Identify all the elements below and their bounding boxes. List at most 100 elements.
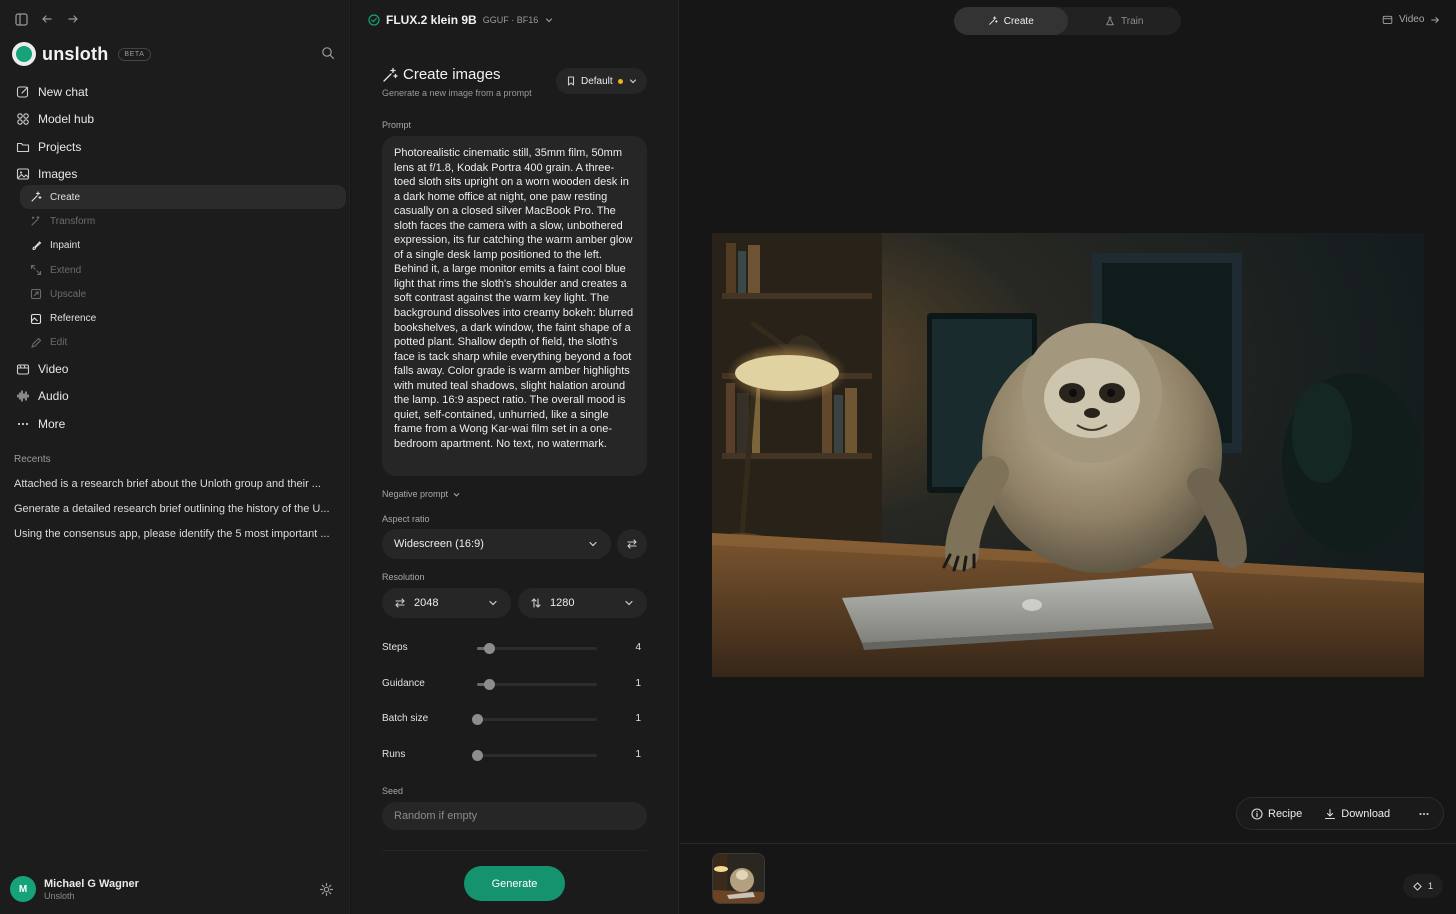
recent-chat[interactable]: Attached is a research brief about the U… — [14, 478, 336, 490]
subnav-inpaint[interactable]: Inpaint — [20, 234, 346, 258]
brand[interactable]: unsloth BETA — [12, 42, 151, 66]
counter-value: 1 — [1427, 881, 1433, 891]
sloth-logo-icon — [12, 42, 36, 66]
slider-label: Runs — [382, 749, 406, 760]
nav-label: Video — [38, 361, 69, 376]
subnav-label: Extend — [50, 264, 82, 276]
preset-selector[interactable]: Default — [556, 68, 647, 94]
nav-item-more[interactable]: More — [10, 410, 340, 438]
swap-orientation-button[interactable] — [617, 529, 647, 559]
flask-icon — [1106, 16, 1114, 26]
slider-track[interactable] — [472, 750, 597, 761]
model-selector[interactable]: FLUX.2 klein 9B GGUF · BF16 — [368, 13, 554, 27]
sidebar-toggle-icon[interactable] — [14, 12, 28, 26]
chevron-down-icon — [453, 492, 460, 497]
search-icon[interactable] — [321, 46, 335, 60]
tab-train[interactable]: Train — [1068, 7, 1182, 35]
more-options-button[interactable] — [1418, 808, 1430, 820]
subnav-extend[interactable]: Extend — [20, 258, 346, 282]
aspect-ratio-label: Aspect ratio — [382, 514, 430, 524]
recipe-button[interactable]: Recipe — [1251, 808, 1302, 820]
subnav-label: Create — [50, 191, 81, 203]
sparkle-icon — [988, 16, 998, 25]
subnav-create[interactable]: Create — [20, 185, 346, 210]
nav-item-model-hub[interactable]: Model hub — [10, 106, 340, 134]
nav-item-new-chat[interactable]: New chat — [10, 78, 340, 106]
sparkle-icon — [31, 191, 42, 202]
nav-item-projects[interactable]: Projects — [10, 133, 340, 161]
recent-chat[interactable]: Using the consensus app, please identify… — [14, 528, 336, 540]
slider-track[interactable] — [477, 679, 597, 690]
nav-label: Model hub — [38, 112, 95, 127]
upscale-icon — [30, 289, 42, 300]
slider-label: Batch size — [382, 713, 429, 724]
steps-slider[interactable]: Steps 4 — [382, 640, 647, 656]
tab-create[interactable]: Create — [954, 7, 1068, 35]
image-actions: Recipe Download — [1236, 797, 1444, 830]
nav-item-audio[interactable]: Audio — [10, 383, 340, 411]
video-link-label: Video — [1399, 14, 1425, 25]
slider-track[interactable] — [477, 643, 597, 654]
grid-icon — [17, 113, 29, 126]
subnav-label: Inpaint — [50, 240, 81, 252]
forward-arrow-icon[interactable] — [66, 12, 80, 26]
settings-gear-icon[interactable] — [319, 882, 334, 897]
image-thumbnail[interactable] — [712, 853, 765, 904]
guidance-slider[interactable]: Guidance 1 — [382, 676, 647, 692]
slider-handle[interactable] — [484, 679, 495, 690]
user-profile[interactable]: M Michael G Wagner Unsloth — [10, 876, 139, 902]
model-meta: GGUF · BF16 — [482, 15, 539, 25]
aspect-ratio-select[interactable]: Widescreen (16:9) — [382, 529, 611, 559]
avatar: M — [10, 876, 36, 902]
subnav-transform[interactable]: Transform — [20, 209, 346, 233]
subnav-reference[interactable]: Reference — [20, 306, 346, 330]
pencil-icon — [31, 337, 42, 348]
chevron-down-icon — [589, 541, 597, 547]
divider — [680, 843, 1456, 844]
brand-name: unsloth — [42, 43, 109, 64]
video-icon — [1382, 15, 1393, 24]
slider-value: 1 — [635, 678, 641, 689]
width-select[interactable]: 2048 — [382, 588, 511, 618]
slider-handle[interactable] — [472, 750, 483, 761]
subnav-edit[interactable]: Edit — [20, 331, 346, 355]
window-controls — [14, 12, 80, 26]
video-link[interactable]: Video — [1382, 14, 1440, 25]
subnav-upscale[interactable]: Upscale — [20, 282, 346, 306]
slider-label: Steps — [382, 642, 408, 653]
slider-handle[interactable] — [484, 643, 495, 654]
aspect-ratio-value: Widescreen (16:9) — [394, 538, 484, 550]
download-button[interactable]: Download — [1324, 808, 1390, 820]
check-circle-icon — [368, 14, 380, 26]
chevron-down-icon — [625, 600, 633, 606]
slider-track[interactable] — [472, 714, 597, 725]
slider-handle[interactable] — [472, 714, 483, 725]
wand-icon — [31, 216, 40, 226]
seed-input[interactable]: Random if empty — [382, 802, 647, 830]
generate-button[interactable]: Generate — [464, 866, 565, 901]
batch-counter[interactable]: 1 — [1403, 874, 1443, 898]
negative-prompt-label: Negative prompt — [382, 489, 449, 499]
waveform-icon — [17, 390, 29, 402]
recent-chat[interactable]: Generate a detailed research brief outli… — [14, 503, 336, 515]
negative-prompt-toggle[interactable]: Negative prompt — [382, 489, 461, 499]
subnav-label: Edit — [50, 337, 68, 349]
generated-image[interactable] — [712, 233, 1424, 677]
nav-item-images[interactable]: Images — [10, 161, 340, 189]
runs-slider[interactable]: Runs 1 — [382, 747, 647, 763]
batch-size-slider[interactable]: Batch size 1 — [382, 711, 647, 727]
slider-label: Guidance — [382, 678, 425, 689]
prompt-label: Prompt — [382, 120, 412, 130]
back-arrow-icon[interactable] — [40, 12, 54, 26]
image-icon — [16, 168, 30, 180]
resolution-label: Resolution — [382, 572, 425, 582]
slider-value: 1 — [635, 713, 641, 724]
height-select[interactable]: 1280 — [518, 588, 647, 618]
recipe-label: Recipe — [1268, 807, 1303, 820]
reference-icon — [30, 313, 42, 324]
prompt-textarea[interactable]: Photorealistic cinematic still, 35mm fil… — [382, 136, 647, 476]
subnav-label: Transform — [50, 215, 96, 227]
nav-item-video[interactable]: Video — [10, 355, 340, 383]
slider-value: 4 — [635, 642, 641, 653]
video-icon — [16, 364, 30, 375]
